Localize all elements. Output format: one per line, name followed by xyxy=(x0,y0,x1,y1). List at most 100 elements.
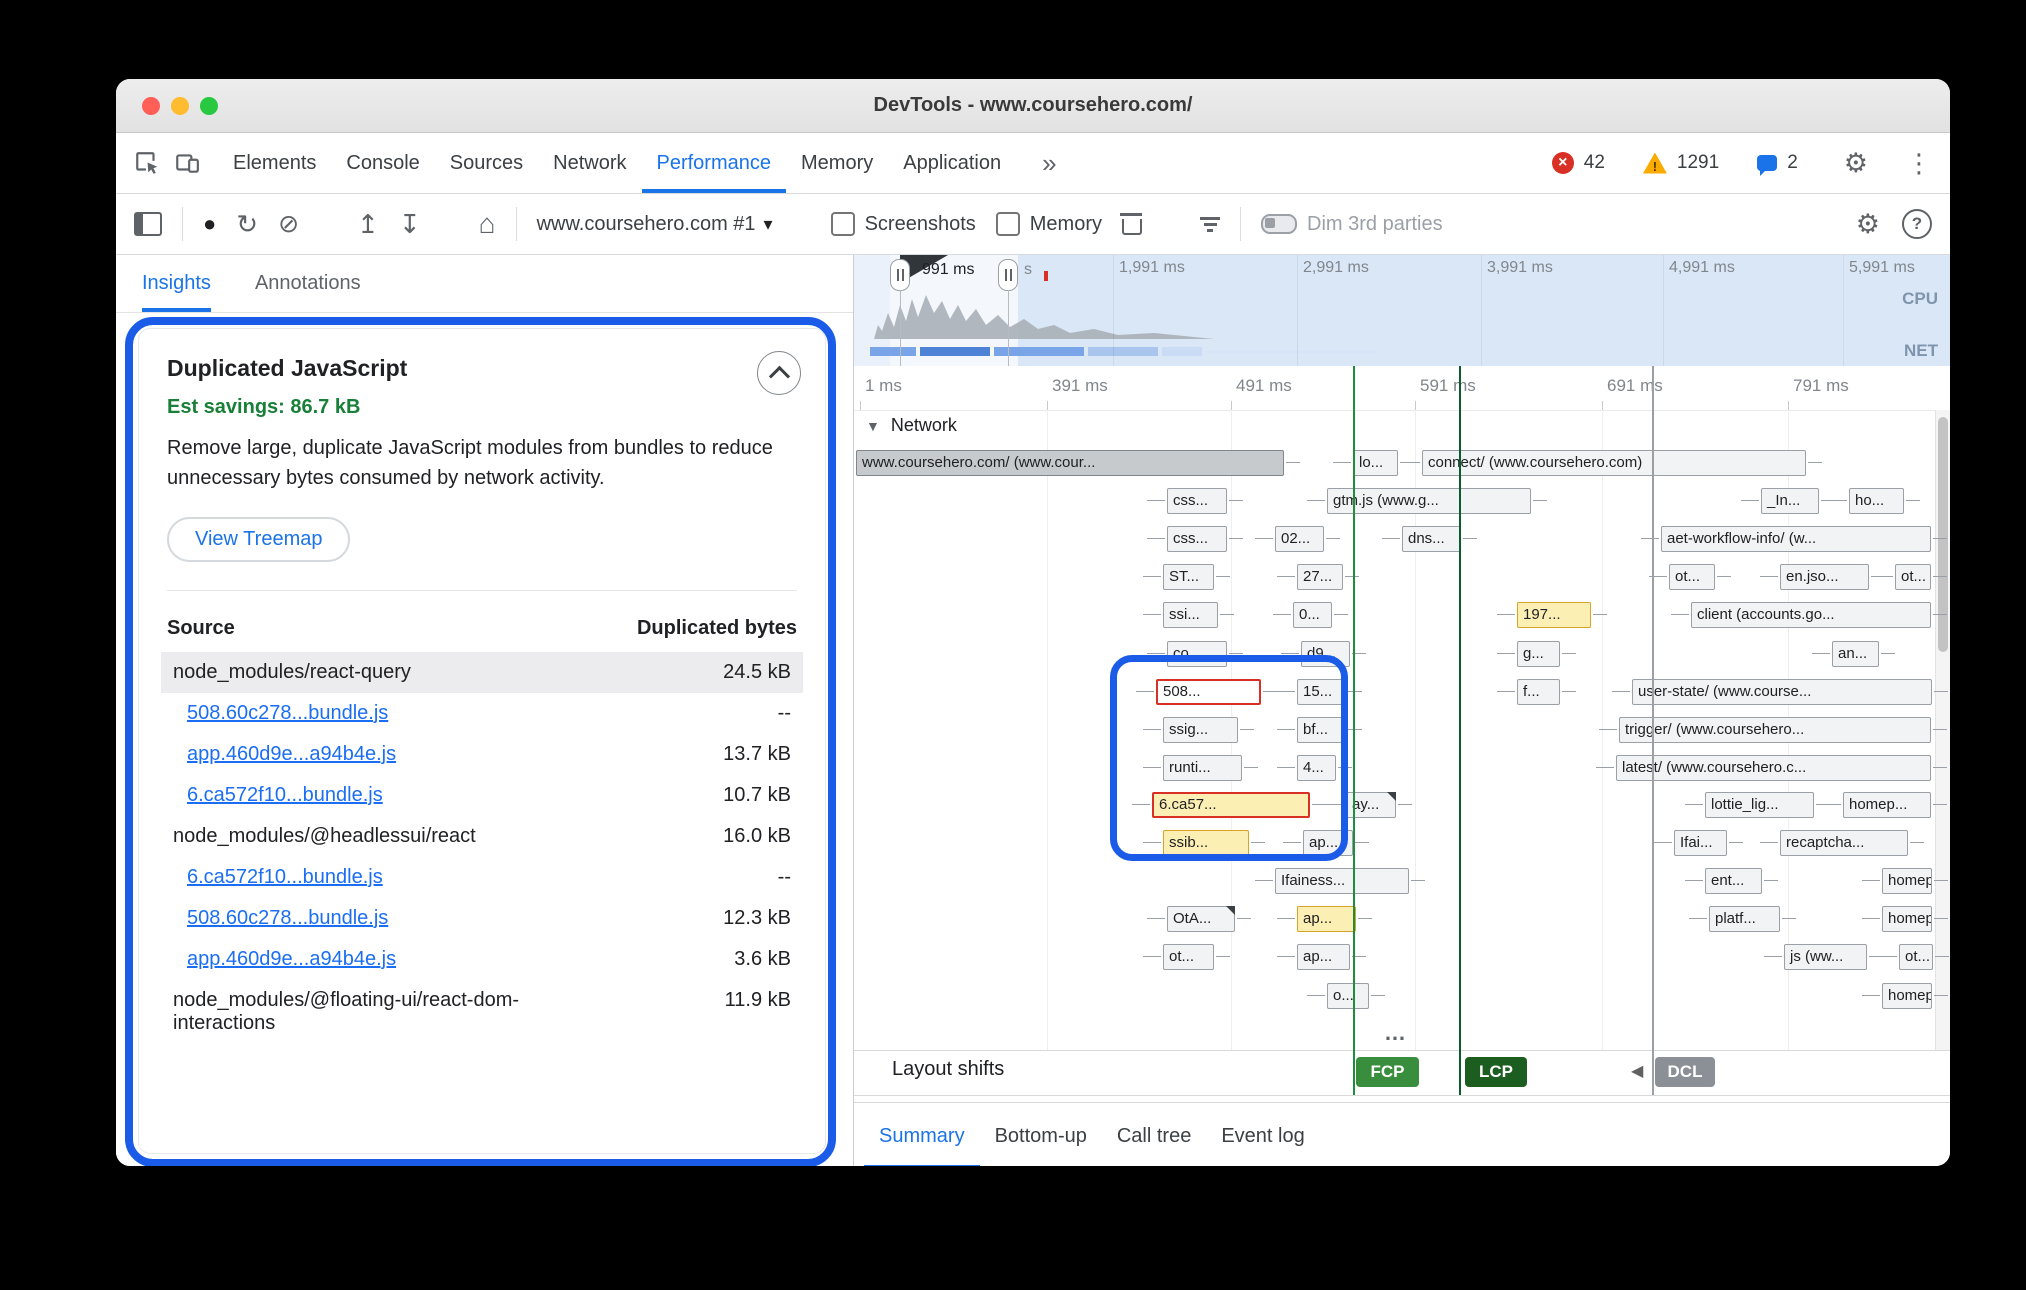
network-request[interactable]: latest/ (www.coursehero.c... xyxy=(1616,755,1931,781)
record-icon[interactable]: ● xyxy=(203,213,216,235)
network-request[interactable]: trigger/ (www.coursehero... xyxy=(1619,717,1931,743)
network-request[interactable]: d9... xyxy=(1301,641,1350,667)
network-request[interactable]: connect/ (www.coursehero.com) xyxy=(1422,450,1806,476)
network-request[interactable]: homep... xyxy=(1843,792,1931,818)
network-request[interactable]: user-state/ (www.course... xyxy=(1632,679,1932,705)
scrollbar-thumb[interactable] xyxy=(1938,417,1948,652)
source-link[interactable]: 6.ca572f10...bundle.js xyxy=(187,784,383,807)
network-request[interactable]: homep... xyxy=(1882,906,1932,932)
network-request[interactable]: css... xyxy=(1167,488,1227,514)
error-icon[interactable]: × xyxy=(1552,152,1574,174)
network-request[interactable]: www.coursehero.com/ (www.cour... xyxy=(856,450,1284,476)
save-profile-icon[interactable]: ↧ xyxy=(399,211,421,237)
network-request[interactable]: ent... xyxy=(1705,868,1762,894)
sidebar-tab-insights[interactable]: Insights xyxy=(142,255,211,312)
network-request[interactable]: runti... xyxy=(1163,755,1242,781)
network-request[interactable]: Ifainess... xyxy=(1275,868,1409,894)
bottom-tab-event-log[interactable]: Event log xyxy=(1206,1103,1319,1166)
network-request[interactable]: recaptcha... xyxy=(1780,830,1908,856)
network-request[interactable]: ssig... xyxy=(1163,717,1238,743)
close-window-button[interactable] xyxy=(142,97,160,115)
warning-count[interactable]: 1291 xyxy=(1677,152,1719,174)
network-request[interactable]: aet-workflow-info/ (w... xyxy=(1661,526,1931,552)
network-request[interactable]: en.jso... xyxy=(1780,564,1869,590)
bottom-tab-bottom-up[interactable]: Bottom-up xyxy=(980,1103,1102,1166)
network-request[interactable]: ap... xyxy=(1297,944,1350,970)
network-request[interactable]: 6.ca57... xyxy=(1152,792,1310,818)
kebab-menu-icon[interactable]: ⋮ xyxy=(1906,150,1932,176)
network-request[interactable]: platf... xyxy=(1709,906,1780,932)
network-request[interactable]: gtm.js (www.g... xyxy=(1327,488,1531,514)
error-count[interactable]: 42 xyxy=(1584,152,1605,174)
network-request[interactable]: g... xyxy=(1517,641,1560,667)
tab-application[interactable]: Application xyxy=(888,133,1016,193)
panel-settings-gear-icon[interactable]: ⚙ xyxy=(1856,211,1880,238)
minimize-window-button[interactable] xyxy=(171,97,189,115)
network-request[interactable]: 4... xyxy=(1297,755,1336,781)
network-request[interactable]: 02... xyxy=(1275,526,1324,552)
device-toolbar-icon[interactable] xyxy=(174,150,200,176)
bottom-tab-call-tree[interactable]: Call tree xyxy=(1102,1103,1206,1166)
help-icon[interactable]: ? xyxy=(1902,209,1932,239)
settings-gear-icon[interactable]: ⚙ xyxy=(1844,150,1868,177)
tab-sources[interactable]: Sources xyxy=(435,133,538,193)
collapse-insight-button[interactable] xyxy=(757,351,801,395)
source-link[interactable]: 508.60c278...bundle.js xyxy=(187,907,388,930)
network-request[interactable]: homep... xyxy=(1882,868,1932,894)
network-request[interactable]: ST... xyxy=(1163,564,1214,590)
network-request[interactable]: ot... xyxy=(1163,944,1214,970)
throttling-icon[interactable] xyxy=(1200,217,1220,232)
network-request[interactable]: f... xyxy=(1517,679,1560,705)
network-request[interactable]: ap... xyxy=(1297,906,1356,932)
network-request[interactable]: ssib... xyxy=(1163,830,1249,856)
network-request[interactable]: _In... xyxy=(1761,488,1819,514)
network-request[interactable]: bf... xyxy=(1297,717,1346,743)
network-request[interactable]: an... xyxy=(1832,641,1879,667)
tab-performance[interactable]: Performance xyxy=(642,133,787,193)
tab-console[interactable]: Console xyxy=(331,133,434,193)
network-request[interactable]: co... xyxy=(1167,641,1227,667)
sidebar-tab-annotations[interactable]: Annotations xyxy=(255,255,361,312)
network-request[interactable]: ssi... xyxy=(1163,602,1218,628)
network-request[interactable]: 197... xyxy=(1517,602,1591,628)
screenshots-checkbox[interactable] xyxy=(831,212,855,236)
memory-checkbox[interactable] xyxy=(996,212,1020,236)
network-request[interactable]: ot... xyxy=(1899,944,1933,970)
tab-elements[interactable]: Elements xyxy=(218,133,331,193)
network-request[interactable]: ap... xyxy=(1303,830,1353,856)
more-tabs-icon[interactable]: » xyxy=(1042,148,1056,179)
source-link[interactable]: app.460d9e...a94b4e.js xyxy=(187,948,396,971)
issues-count[interactable]: 2 xyxy=(1787,152,1798,174)
network-request[interactable]: ot... xyxy=(1895,564,1931,590)
network-request[interactable]: 27... xyxy=(1297,564,1343,590)
network-request[interactable]: ot... xyxy=(1669,564,1715,590)
tab-memory[interactable]: Memory xyxy=(786,133,888,193)
garbage-collect-icon[interactable] xyxy=(1122,213,1142,235)
bottom-tab-summary[interactable]: Summary xyxy=(864,1103,980,1166)
source-link[interactable]: 6.ca572f10...bundle.js xyxy=(187,866,383,889)
network-request[interactable]: lo... xyxy=(1353,450,1398,476)
network-request[interactable]: Ifai... xyxy=(1674,830,1727,856)
issues-icon[interactable] xyxy=(1757,155,1777,171)
toggle-sidebar-icon[interactable] xyxy=(134,212,162,236)
network-request[interactable]: OtA... xyxy=(1167,906,1235,932)
network-request[interactable]: js (ww... xyxy=(1784,944,1867,970)
source-link[interactable]: 508.60c278...bundle.js xyxy=(187,702,388,725)
network-request[interactable]: dns... xyxy=(1402,526,1461,552)
load-profile-icon[interactable]: ↥ xyxy=(357,211,379,237)
reload-and-record-icon[interactable]: ↻ xyxy=(236,211,258,237)
network-request[interactable]: o... xyxy=(1327,983,1369,1009)
clear-icon[interactable]: ⊘ xyxy=(278,212,299,237)
network-request[interactable]: 508... xyxy=(1156,679,1261,705)
view-treemap-button[interactable]: View Treemap xyxy=(167,517,350,562)
source-link[interactable]: app.460d9e...a94b4e.js xyxy=(187,743,396,766)
inspect-element-icon[interactable] xyxy=(134,150,160,176)
home-icon[interactable]: ⌂ xyxy=(479,210,496,238)
network-request[interactable]: client (accounts.go... xyxy=(1691,602,1931,628)
zoom-window-button[interactable] xyxy=(200,97,218,115)
network-request[interactable]: lottie_lig... xyxy=(1705,792,1814,818)
warning-icon[interactable]: ! xyxy=(1643,153,1667,174)
network-request[interactable]: homep... xyxy=(1882,983,1932,1009)
network-request[interactable]: ho... xyxy=(1849,488,1904,514)
network-request[interactable]: 0... xyxy=(1293,602,1332,628)
